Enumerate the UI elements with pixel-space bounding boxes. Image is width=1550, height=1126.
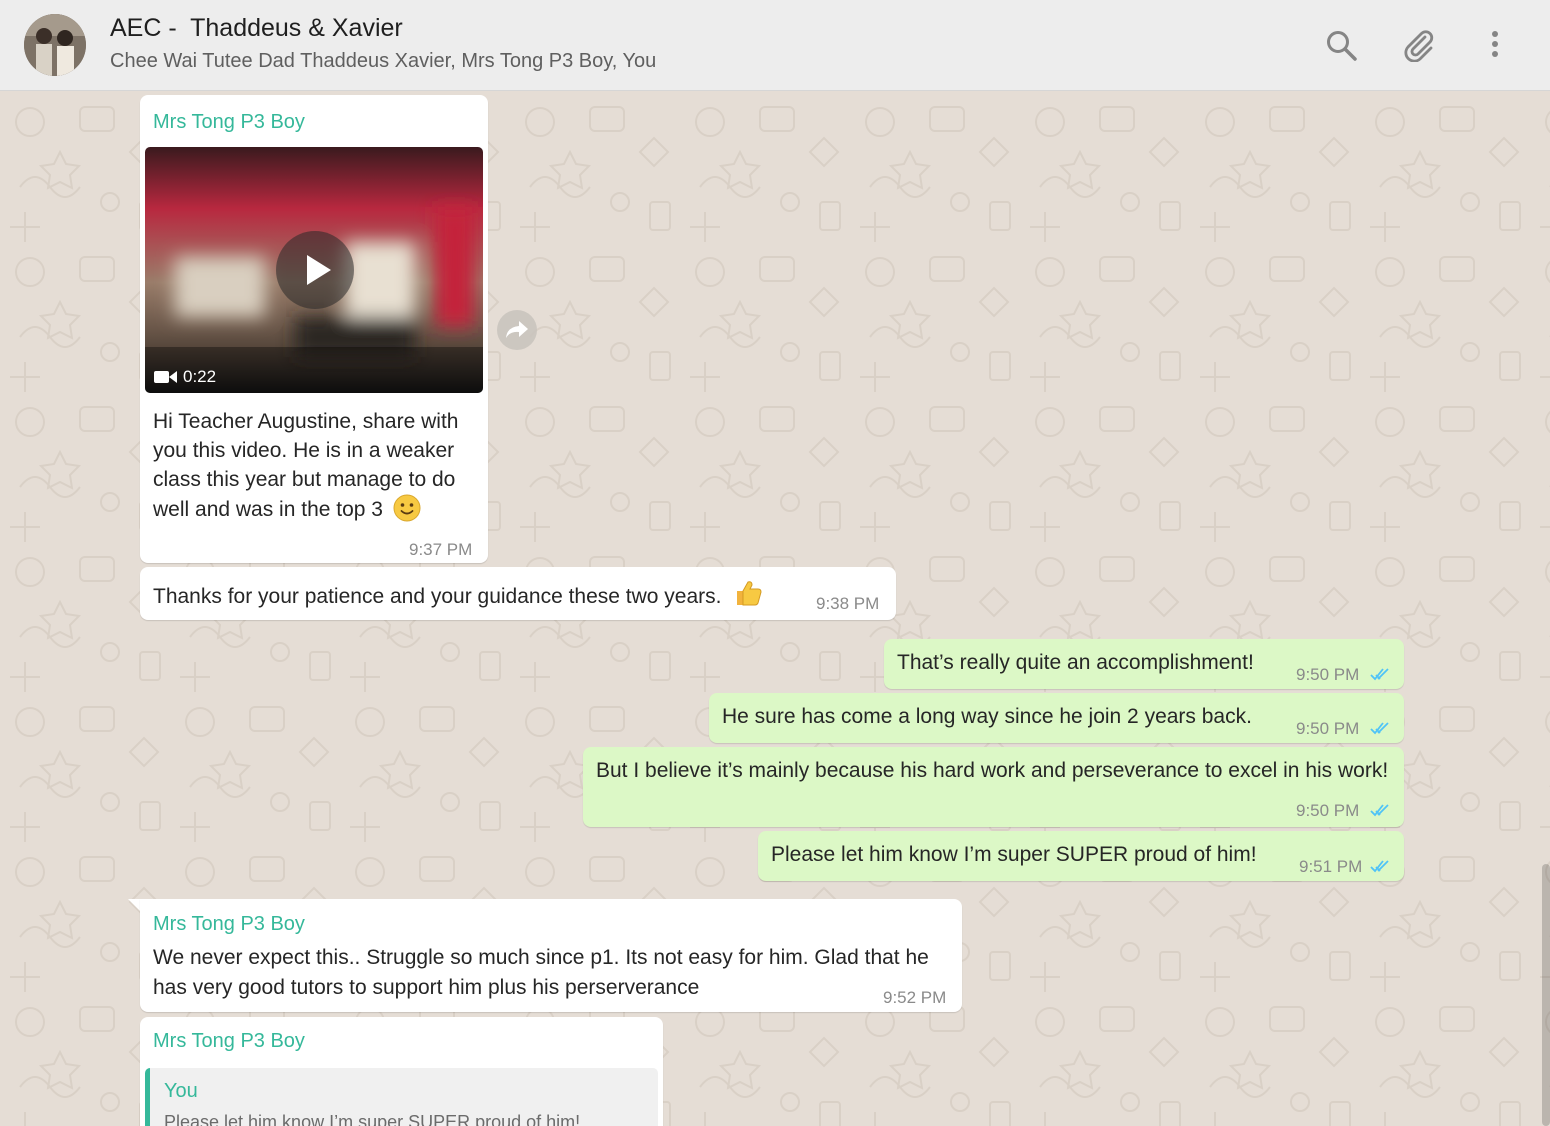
message-time: 9:37 PM [409, 540, 473, 559]
message-text: But I believe it’s mainly because his ha… [596, 759, 1389, 782]
chat-participants[interactable]: Chee Wai Tutee Dad Thaddeus Xavier, Mrs … [110, 50, 656, 73]
message-outgoing[interactable]: He sure has come a long way since he joi… [709, 693, 1404, 743]
message-time: 9:50 PM [1296, 665, 1360, 684]
quoted-text: Please let him know I’m super SUPER prou… [164, 1112, 581, 1126]
message-time: 9:38 PM [816, 594, 880, 613]
message-incoming[interactable]: Mrs Tong P3 Boy We never expect this.. S… [140, 899, 962, 1012]
message-outgoing[interactable]: That’s really quite an accomplishment! 9… [884, 639, 1404, 689]
paperclip-icon[interactable] [1401, 28, 1435, 63]
video-camera-icon [154, 371, 177, 383]
message-text: Please let him know I’m super SUPER prou… [771, 843, 1257, 866]
more-vertical-icon[interactable] [1478, 28, 1512, 62]
quoted-sender: You [164, 1080, 198, 1102]
chat-area[interactable]: Mrs Tong P3 Boy 0:22 Hi Teacher Augustin… [0, 92, 1550, 1126]
group-avatar[interactable] [24, 14, 86, 76]
read-receipt-icon [1370, 860, 1389, 873]
message-text: He sure has come a long way since he joi… [722, 705, 1252, 728]
message-outgoing[interactable]: But I believe it’s mainly because his ha… [583, 747, 1404, 827]
thumbs-up-emoji-icon [737, 581, 762, 606]
message-text: That’s really quite an accomplishment! [897, 651, 1254, 674]
message-text-body: Thanks for your patience and your guidan… [153, 585, 722, 608]
message-text: Hi Teacher Augustine, share with you thi… [153, 407, 473, 524]
chat-header: AEC - Thaddeus & Xavier Chee Wai Tutee D… [0, 0, 1550, 91]
read-receipt-icon [1370, 804, 1389, 817]
play-button[interactable] [276, 231, 354, 309]
slightly-smiling-face-emoji-icon [393, 494, 421, 522]
read-receipt-icon [1370, 668, 1389, 681]
read-receipt-icon [1370, 722, 1389, 735]
video-duration: 0:22 [183, 367, 217, 386]
sender-name[interactable]: Mrs Tong P3 Boy [153, 913, 305, 936]
scrollbar[interactable] [1542, 864, 1550, 1126]
search-icon[interactable] [1324, 28, 1358, 62]
video-thumbnail[interactable]: 0:22 [145, 147, 483, 393]
message-time: 9:50 PM [1296, 801, 1360, 820]
message-outgoing[interactable]: Please let him know I’m super SUPER prou… [758, 831, 1404, 881]
message-incoming-reply[interactable]: Mrs Tong P3 Boy You Please let him know … [140, 1017, 663, 1126]
quoted-message[interactable]: You Please let him know I’m super SUPER … [145, 1068, 658, 1126]
forward-icon[interactable] [497, 310, 537, 350]
message-incoming[interactable]: Thanks for your patience and your guidan… [140, 567, 896, 620]
message-incoming-video[interactable]: Mrs Tong P3 Boy 0:22 Hi Teacher Augustin… [140, 95, 488, 563]
chat-title[interactable]: AEC - Thaddeus & Xavier [110, 14, 403, 43]
message-time: 9:51 PM [1299, 857, 1363, 876]
message-time: 9:52 PM [883, 988, 947, 1007]
sender-name[interactable]: Mrs Tong P3 Boy [153, 111, 305, 134]
sender-name[interactable]: Mrs Tong P3 Boy [153, 1030, 305, 1053]
message-text: We never expect this.. Struggle so much … [153, 946, 929, 999]
message-time: 9:50 PM [1296, 719, 1360, 738]
message-text: Thanks for your patience and your guidan… [153, 578, 763, 611]
